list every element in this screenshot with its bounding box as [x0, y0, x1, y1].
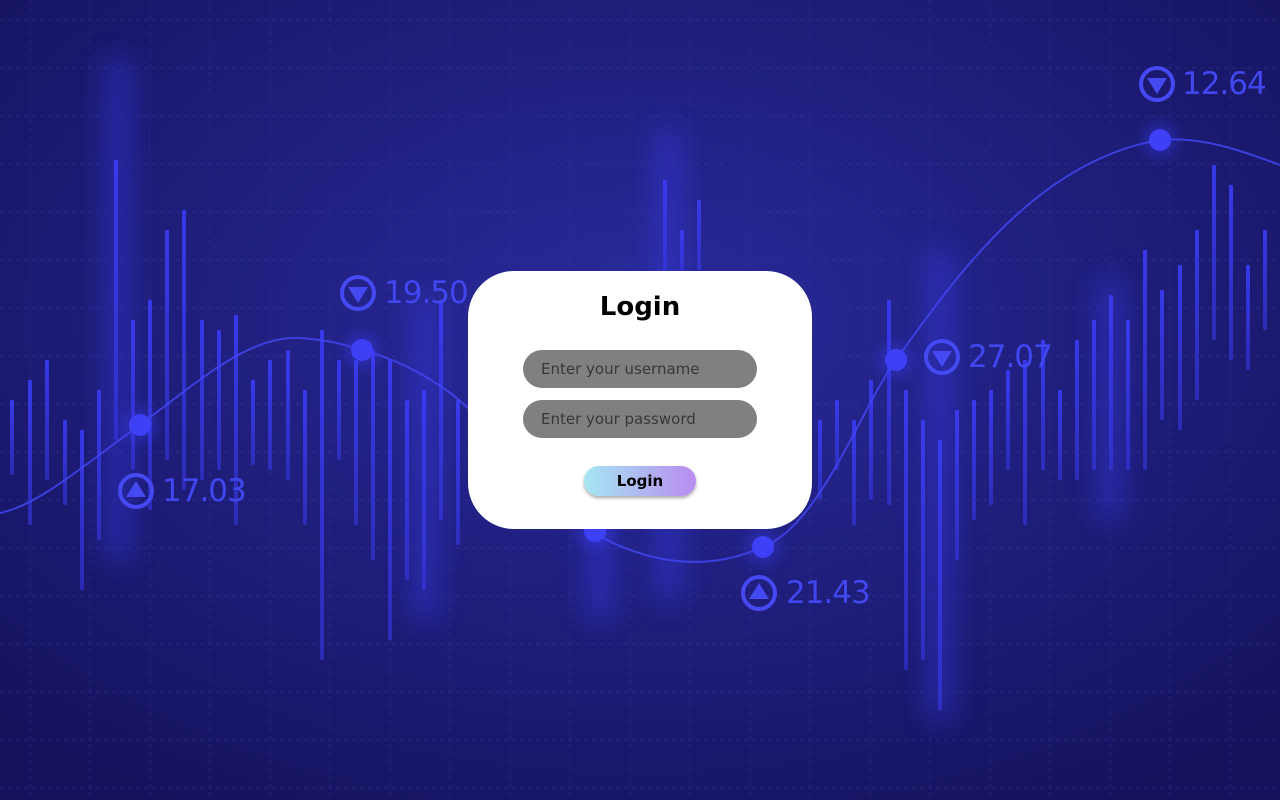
login-button[interactable]: Login — [584, 466, 696, 496]
marker-value-27-07: 27.07 — [968, 339, 1053, 375]
chart-point-4 — [752, 536, 774, 558]
login-title: Login — [599, 292, 681, 322]
chart-point-2 — [351, 339, 373, 361]
marker-value-12-64: 12.64 — [1182, 66, 1267, 102]
marker-value-21-43: 21.43 — [786, 575, 871, 611]
password-input[interactable] — [523, 400, 757, 438]
chart-point-6 — [1149, 129, 1171, 151]
chart-point-1 — [129, 414, 151, 436]
chart-point-5 — [885, 349, 907, 371]
marker-value-17-03: 17.03 — [162, 473, 247, 509]
username-input[interactable] — [523, 350, 757, 388]
